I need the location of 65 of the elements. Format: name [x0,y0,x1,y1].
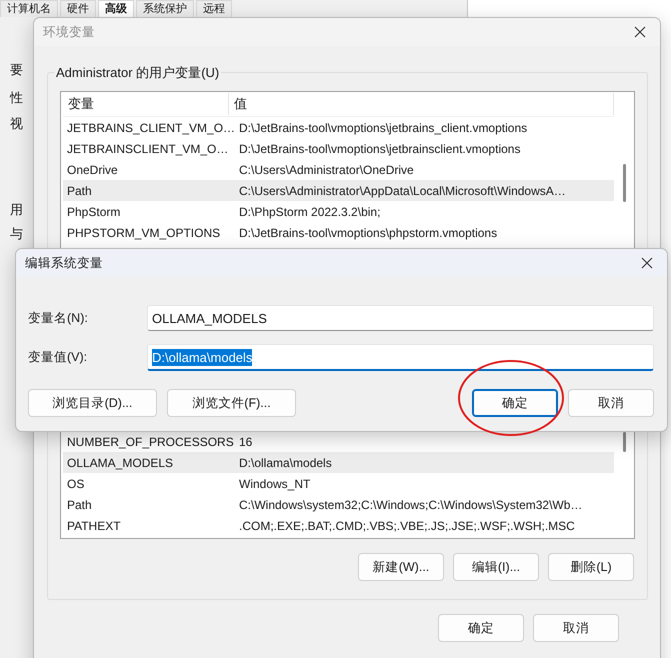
variable-name: PhpStorm [66,204,122,220]
field-label: 变量值(V): [28,349,88,366]
tab[interactable]: 高级 [98,0,134,17]
variable-value: D:\PhpStorm 2022.3.2\bin; [238,204,382,220]
variable-value: D:\JetBrains-tool\vmoptions\jetbrainsclient.vmoptions [238,140,522,156]
variable-value: 16 [238,434,254,450]
scrollbar-thumb[interactable] [623,164,626,202]
list-row[interactable]: OLLAMA_MODELS D:\ollama\models [63,452,614,473]
tab[interactable]: 硬件 [60,0,96,17]
ok-button[interactable]: 确定 [438,614,524,642]
variable-name: PHPSTORM_VM_OPTIONS [66,224,222,240]
variable-name: OS [66,476,86,492]
label: 用 [10,202,24,218]
list-row[interactable]: NUMBER_OF_PROCESSORS 16 [63,431,614,452]
label: 与 [10,226,24,242]
list-row[interactable]: PHPSTORM_VM_OPTIONS D:\JetBrains-tool\vmoptions\phpstorm.vmoptions [63,222,614,243]
list-row[interactable]: JETBRAINSCLIENT_VM_O… D:\JetBrains-tool\vmoptions\jetbrainsclient.vmoptions [63,138,614,159]
variable-name: JETBRAINSCLIENT_VM_O… [66,140,230,156]
variable-value: D:\ollama\models [238,454,333,470]
list-row[interactable]: OS Windows_NT [63,473,614,494]
variable-name: PATHEXT [66,518,122,534]
variable-value: D:\JetBrains-tool\vmoptions\phpstorm.vmoptions [238,224,498,240]
close-icon [634,26,646,38]
variable-name: JETBRAINS_CLIENT_VM_O… [66,120,235,136]
variable-name: OLLAMA_MODELS [66,454,174,470]
column-header[interactable]: 变量 [63,93,229,115]
ok-button[interactable]: 确定 [472,389,558,417]
column-header[interactable]: 值 [229,93,614,115]
label: 要 [10,62,24,78]
variable-value: C:\Windows\system32;C:\Windows;C:\Windows\System32\Wb… [238,496,584,512]
variable-name: Path [66,182,93,198]
list-action-button[interactable]: 新建(W)... [358,553,444,581]
variable-value: D:\JetBrains-tool\vmoptions\jetbrains_client.vmoptions [238,120,528,136]
browse-button[interactable]: 浏览目录(D)... [28,389,157,417]
cancel-button[interactable]: 取消 [533,614,619,642]
list-row[interactable]: OneDrive C:\Users\Administrator\OneDrive [63,159,614,180]
variable-value: C:\Users\Administrator\AppData\Local\Microsoft\WindowsA… [238,182,567,198]
scrollbar-thumb[interactable] [623,432,626,452]
list-row[interactable]: Path C:\Windows\system32;C:\Windows;C:\Windows\System32\Wb… [63,494,614,515]
list-row[interactable]: PATHEXT .COM;.EXE;.BAT;.CMD;.VBS;.VBE;.JS;.JSE;.WSF;.WSH;.MSC [63,515,614,536]
input-field[interactable]: D:\ollama\models [147,344,654,371]
variable-name: OneDrive [66,162,119,178]
list-row[interactable]: PhpStorm D:\PhpStorm 2022.3.2\bin; [63,201,614,222]
group-label: Administrator 的用户变量(U) [54,64,222,82]
list-row[interactable]: JETBRAINS_CLIENT_VM_O… D:\JetBrains-tool\vmoptions\jetbrains_client.vmoptions [63,117,614,138]
window-title: 编辑系统变量 [25,254,103,272]
window-title: 环境变量 [43,24,95,40]
list-action-button[interactable]: 删除(L) [548,553,634,581]
input-field[interactable]: OLLAMA_MODELS [147,305,654,331]
tab[interactable]: 远程 [196,0,232,17]
close-icon [641,257,653,269]
variable-value: C:\Users\Administrator\OneDrive [238,162,415,178]
list-row[interactable]: Path C:\Users\Administrator\AppData\Local\Microsoft\WindowsA… [63,180,614,201]
tab[interactable]: 系统保护 [136,0,194,17]
variable-value: Windows_NT [238,476,312,492]
field-label: 变量名(N): [28,310,89,326]
cancel-button[interactable]: 取消 [568,389,654,417]
variable-name: Path [66,496,93,512]
browse-button[interactable]: 浏览文件(F)... [167,389,296,417]
variable-name: NUMBER_OF_PROCESSORS [66,434,235,450]
label: 性 [10,90,24,106]
list-action-button[interactable]: 编辑(I)... [453,553,539,581]
tab[interactable]: 计算机名 [0,0,58,17]
variable-value: .COM;.EXE;.BAT;.CMD;.VBS;.VBE;.JS;.JSE;.WSF;.WSH;.MSC [238,518,576,534]
label: 视 [10,116,24,132]
